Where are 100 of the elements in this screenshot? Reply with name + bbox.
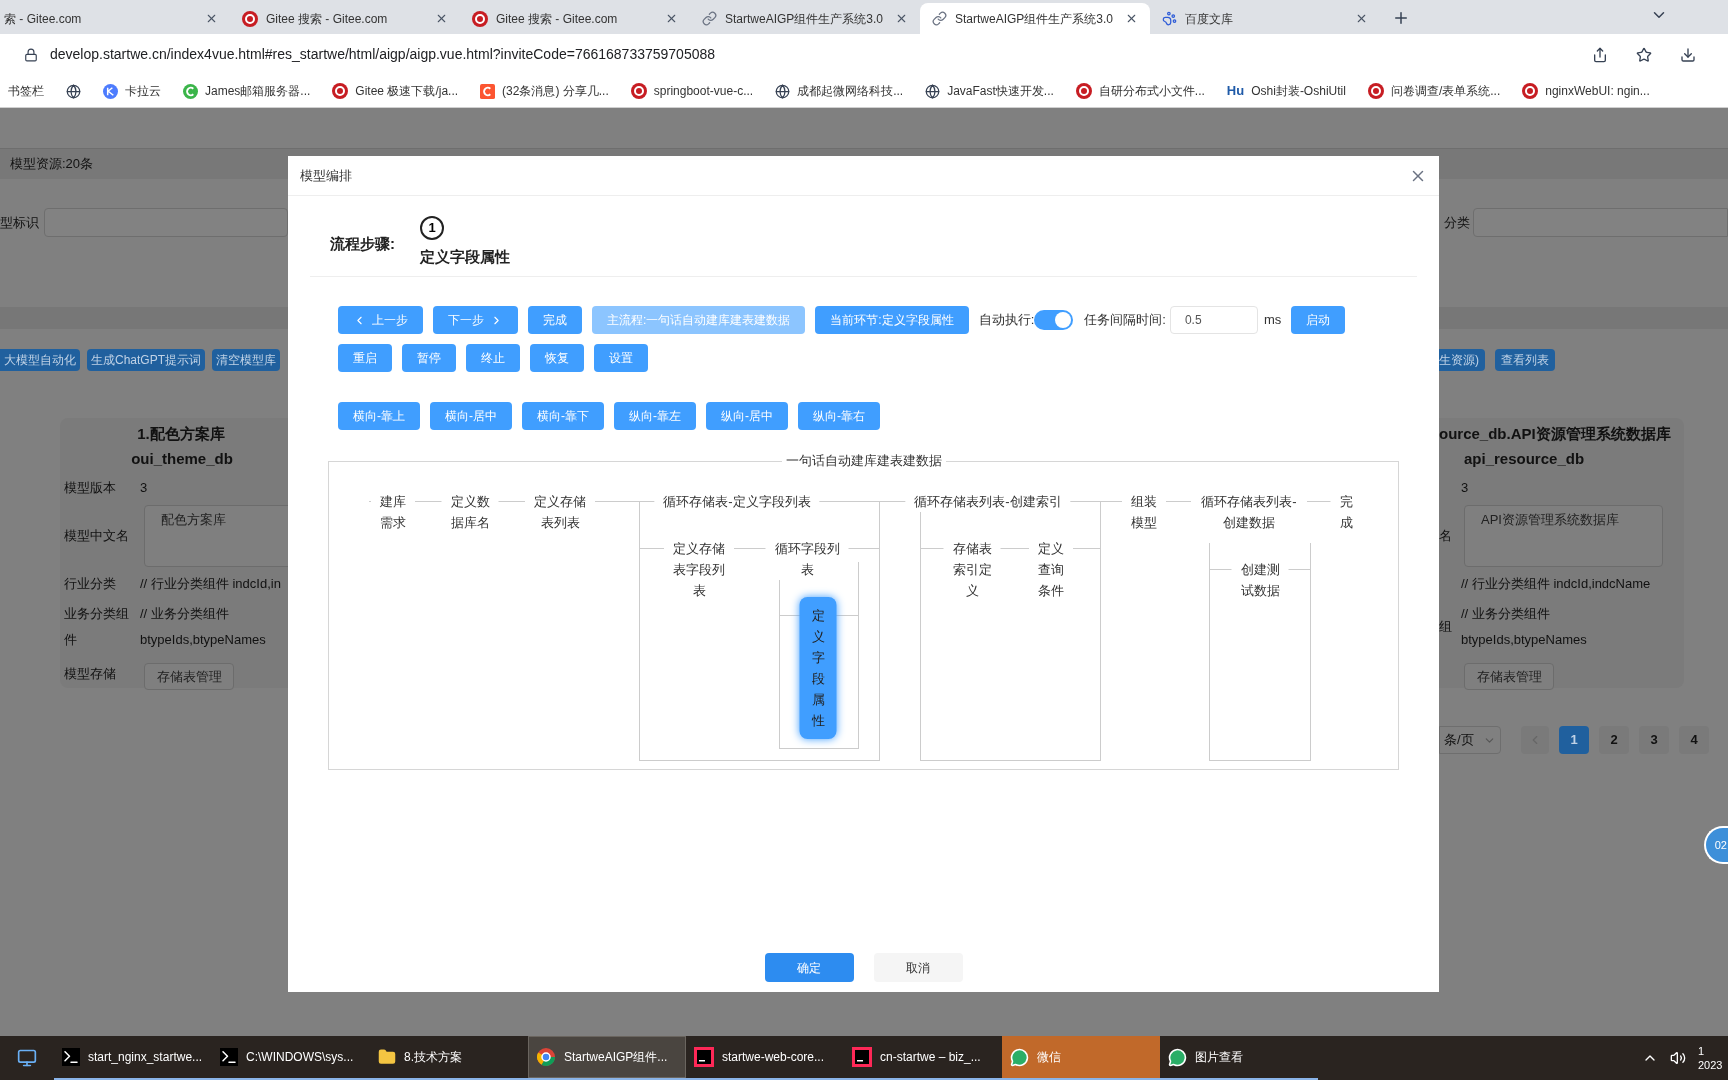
toolbar-button[interactable]: 生成ChatGPT提示词 [87,349,205,371]
toggle-label: 自动执行: [978,311,1035,330]
taskbar-item[interactable]: StartweAIGP组件... [528,1036,686,1080]
page-button[interactable]: 2 [1599,726,1629,754]
globe-icon [775,83,791,99]
bookmark-link[interactable]: (32条消息) 分享几... [502,82,609,100]
page-size-select[interactable]: 条/页 [1439,726,1501,754]
card-name: api_resource_db [1463,449,1586,469]
taskbar-label: cn-startwe – biz_... [880,1049,981,1066]
taskbar-item[interactable]: C:\WINDOWS\sys... [212,1036,370,1080]
mark-icon [1075,83,1092,99]
new-tab-icon[interactable] [1392,9,1410,27]
lock-icon [24,47,38,62]
browser-tab[interactable]: Gitee 搜索 - Gitee.com [460,3,690,34]
filter-input[interactable] [44,208,288,237]
bookmark-link[interactable]: springboot-vue-c... [653,82,754,100]
square-icon [480,83,496,99]
filter-label: 分类 [1443,213,1471,232]
close-icon[interactable] [895,12,908,25]
field-label: 模型中文名 [64,528,129,543]
filter-label: 型标识 [0,213,40,232]
taskbar-label: StartweAIGP组件... [564,1049,668,1066]
bookmark-link[interactable]: 卡拉云 [125,82,161,100]
page-button[interactable]: 4 [1679,726,1709,754]
bookmark-link[interactable]: Oshi封装-OshiUtil [1251,82,1346,100]
volume-icon[interactable] [1670,1050,1686,1066]
field-label: 业务分类组件 [64,606,129,647]
ide-icon [852,1047,872,1067]
folder-icon [378,1048,396,1066]
mark-icon [472,10,488,27]
storage-button[interactable]: 存储表管理 [1464,663,1554,690]
page-button[interactable]: 3 [1639,726,1669,754]
field-label: 组 [1439,619,1452,634]
step-number: 1 [420,216,444,240]
browser-tab[interactable]: Gitee 搜索 - Gitee.com [230,3,460,34]
taskbar-item[interactable]: 微信 [1002,1036,1160,1080]
share-icon[interactable] [1592,46,1608,63]
taskbar-item[interactable]: start_nginx_startwe... [54,1036,212,1080]
toolbar-button[interactable]: 大模型自动化 [0,349,80,371]
mark-icon [1367,83,1384,99]
browser-tab[interactable]: 百度文库 [1150,3,1380,34]
text-area[interactable]: API资源管理系统数据库 [1464,505,1663,567]
bookmark-icon-text: Hu [1226,82,1245,101]
storage-button[interactable]: 存储表管理 [144,663,234,690]
browser-tab[interactable]: 索 - Gitee.com [0,3,230,34]
page-button[interactable]: 1 [1559,726,1589,754]
taskbar-label: 图片查看 [1195,1049,1243,1066]
active-step-node[interactable]: 定义字段属性 [799,597,837,739]
field-label: 模型存储 [64,665,116,681]
download-icon[interactable] [1680,46,1696,63]
field-value: 3 [140,479,149,497]
desktop-icon[interactable] [17,1048,37,1068]
close-icon[interactable] [1355,12,1368,25]
taskbar-item[interactable]: 图片查看 [1160,1036,1318,1080]
step-name: 定义字段属性 [420,247,510,267]
card-title: ource_db.API资源管理系统数据库 [1439,424,1672,444]
close-icon[interactable] [665,12,678,25]
taskbar-label: 微信 [1037,1049,1061,1066]
chat-icon [1010,1047,1029,1067]
browser-tab[interactable]: StartweAIGP组件生产系统3.0 [920,3,1150,34]
toolbar-button[interactable]: 查看列表 [1495,349,1555,371]
close-icon[interactable] [205,12,218,25]
step-label: 流程步骤: [330,234,396,254]
tab-title: StartweAIGP组件生产系统3.0 [725,10,885,28]
close-icon[interactable] [1125,12,1138,25]
field-value: // 业务分类组件 btypeIds,btypeNames [1461,605,1588,649]
leaf-icon [183,83,198,99]
bookmark-link[interactable]: 问卷调查/表单系统... [1390,82,1501,100]
interval-input[interactable]: 0.5 [1169,306,1258,334]
bookmark-link[interactable]: 书签栏 [8,82,44,100]
taskbar-item[interactable]: startwe-web-core... [686,1036,844,1080]
card-name: oui_theme_db [130,449,234,469]
field-value: // 行业分类组件 indcId,in [140,575,282,593]
close-icon[interactable] [435,12,448,25]
dialog-title: 模型编排 [300,166,352,185]
bookmark-link[interactable]: 成都起微网络科技... [797,82,904,100]
tab-title: Gitee 搜索 - Gitee.com [266,10,389,28]
paw-icon [1162,11,1177,26]
cancel-button[interactable]: 取消 [873,953,963,982]
toolbar-button[interactable]: 生资源) [1439,349,1485,371]
toggle-switch[interactable] [1034,310,1074,330]
bookmark-link[interactable]: nginxWebUI: ngin... [1545,82,1650,100]
ide-icon [694,1047,714,1067]
url-text[interactable]: develop.startwe.cn/index4vue.html#res_startwe/html/aigp/aigp.vue.html?inviteCode=766168733759705088 [50,44,1580,65]
field-label: 模型版本 [64,480,116,495]
browser-tab[interactable]: StartweAIGP组件生产系统3.0 [690,3,920,34]
bookmark-link[interactable]: JavaFast快速开发... [947,82,1054,100]
bookmark-link[interactable]: James邮箱服务器... [205,82,311,100]
terminal-icon [62,1048,80,1066]
tab-title: 索 - Gitee.com [4,10,83,28]
bookmark-link[interactable]: Gitee 极速下载/ja... [355,82,459,100]
toolbar-button[interactable]: 清空模型库 [212,349,280,371]
link-icon [702,11,717,26]
field-value: 3 [1461,479,1470,497]
interval-label: 任务间隔时间: [1084,311,1166,330]
bookmark-link[interactable]: 自研分布式小文件... [1098,82,1205,100]
field-label: 名 [1439,528,1452,543]
link-icon [932,11,947,26]
taskbar-label: start_nginx_startwe... [88,1049,203,1066]
star-icon[interactable] [1636,46,1652,63]
